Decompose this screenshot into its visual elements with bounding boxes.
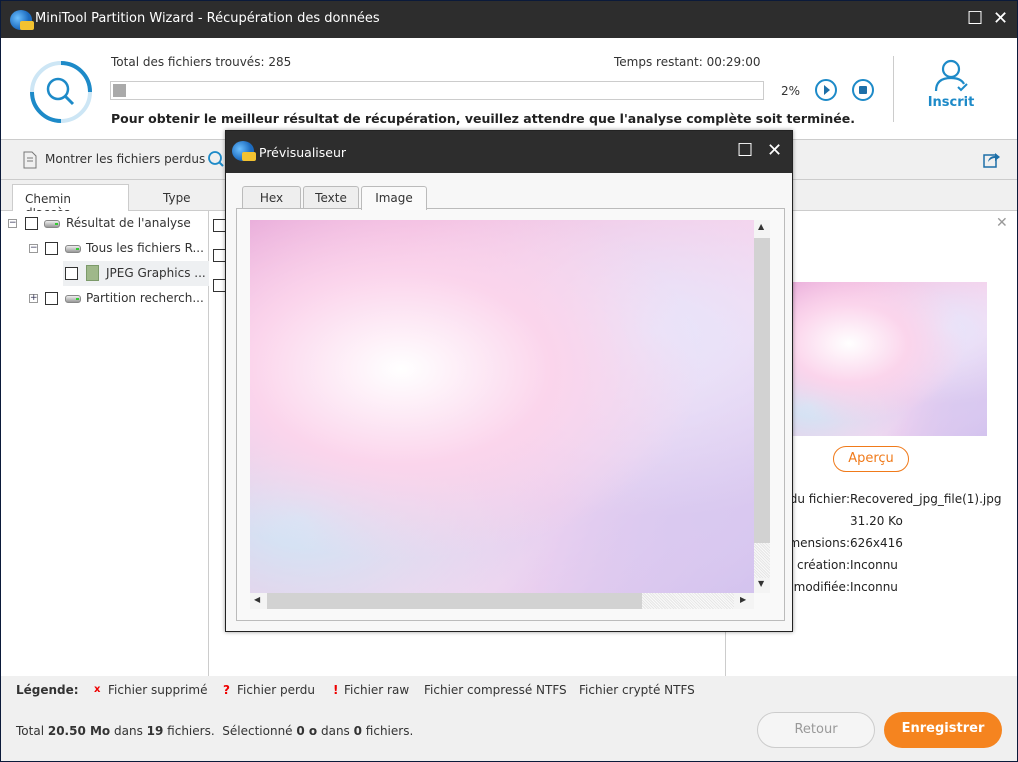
close-button[interactable]: ✕	[993, 8, 1008, 29]
thumbnail-image	[790, 282, 987, 436]
legend-lost: Fichier perdu	[237, 683, 315, 697]
detail-value: Inconnu	[850, 558, 898, 572]
lost-mark-icon: ?	[223, 683, 230, 697]
tab-text[interactable]: Texte	[303, 186, 359, 209]
legend-bar: Légende: x Fichier supprimé ? Fichier pe…	[1, 676, 1017, 704]
app-logo-icon	[10, 10, 34, 30]
detail-value: Inconnu	[850, 580, 898, 594]
scan-progress-bar	[110, 81, 764, 100]
checkbox[interactable]	[45, 292, 58, 305]
horizontal-scrollbar[interactable]: ◀ ▶	[250, 593, 754, 609]
back-button[interactable]: Retour	[757, 712, 875, 748]
scroll-up-icon[interactable]: ▲	[758, 222, 764, 231]
detail-value: 31.20 Ko	[850, 514, 903, 528]
account-button[interactable]: Inscrit	[921, 58, 981, 110]
resume-button[interactable]	[815, 79, 837, 101]
save-button[interactable]: Enregistrer	[884, 712, 1002, 748]
export-icon[interactable]	[983, 150, 1001, 168]
divider	[893, 56, 894, 122]
tab-image[interactable]: Image	[361, 186, 427, 210]
scan-message: Pour obtenir le meilleur résultat de réc…	[111, 111, 855, 126]
status-summary: Total 20.50 Mo dans 19 fichiers. Sélecti…	[16, 724, 414, 738]
previewer-dialog: Prévisualiseur ☐ ✕ Hex Texte Image ▲ ▼ ◀…	[225, 130, 793, 632]
checkbox[interactable]	[45, 242, 58, 255]
show-lost-files-label: Montrer les fichiers perdus	[45, 152, 206, 166]
scroll-thumb[interactable]	[754, 238, 770, 543]
tab-path[interactable]: Chemin d'accès	[12, 184, 129, 220]
stop-button[interactable]	[852, 79, 874, 101]
tab-hex[interactable]: Hex	[242, 186, 301, 209]
dialog-title: Prévisualiseur	[259, 145, 347, 160]
close-details-icon[interactable]: ✕	[996, 215, 1008, 231]
status-bar: Total 20.50 Mo dans 19 fichiers. Sélecti…	[1, 704, 1017, 761]
folder-tree: − Résultat de l'analyse − Tous les fichi…	[1, 211, 209, 676]
checkbox[interactable]	[25, 217, 38, 230]
scroll-track	[754, 543, 770, 578]
tree-node[interactable]: Résultat de l'analyse	[66, 216, 191, 230]
legend-raw: Fichier raw	[344, 683, 410, 697]
legend-title: Légende:	[16, 683, 79, 697]
found-value: 285	[268, 55, 292, 69]
expand-toggle[interactable]: +	[29, 294, 38, 303]
drive-raw-icon	[65, 245, 81, 253]
vertical-scrollbar[interactable]: ▲ ▼	[754, 220, 770, 593]
legend-compressed: Fichier compressé NTFS	[424, 683, 567, 697]
deleted-mark-icon: x	[94, 684, 101, 695]
remaining-label: Temps restant:	[614, 55, 703, 69]
checkbox[interactable]	[65, 267, 78, 280]
found-label: Total des fichiers trouvés:	[111, 55, 265, 69]
scroll-down-icon[interactable]: ▼	[758, 579, 764, 588]
scroll-thumb[interactable]	[267, 593, 642, 609]
window-title: MiniTool Partition Wizard - Récupération…	[35, 11, 380, 26]
drive-icon	[65, 295, 81, 303]
tab-type[interactable]: Type	[151, 184, 203, 211]
detail-value: Recovered_jpg_file(1).jpg	[850, 492, 1002, 506]
tree-node[interactable]: JPEG Graphics ...	[106, 266, 206, 280]
scroll-right-icon[interactable]: ▶	[740, 595, 746, 604]
preview-image	[250, 220, 754, 593]
legend-encrypted: Fichier crypté NTFS	[579, 683, 695, 697]
detail-value: 626x416	[850, 536, 903, 550]
scroll-left-icon[interactable]: ◀	[254, 595, 260, 604]
scan-panel: Total des fichiers trouvés: 285 Temps re…	[1, 38, 1017, 140]
account-label: Inscrit	[927, 95, 975, 110]
play-icon	[824, 85, 830, 95]
stop-icon	[859, 86, 867, 94]
app-logo-icon	[232, 141, 256, 161]
tree-node[interactable]: Tous les fichiers R...	[86, 241, 204, 255]
collapse-toggle[interactable]: −	[8, 219, 17, 228]
drive-icon	[44, 220, 60, 228]
progress-percent: 2%	[781, 84, 801, 98]
legend-deleted: Fichier supprimé	[108, 683, 208, 697]
dialog-close-button[interactable]: ✕	[767, 140, 782, 161]
image-viewer: ▲ ▼ ◀ ▶	[236, 208, 785, 621]
remaining-value: 00:29:00	[706, 55, 761, 69]
dialog-maximize-button[interactable]: ☐	[737, 140, 753, 161]
maximize-button[interactable]: ☐	[967, 8, 983, 29]
collapse-toggle[interactable]: −	[29, 244, 38, 253]
folder-raw-icon	[86, 265, 99, 281]
raw-mark-icon: !	[333, 683, 339, 697]
file-icon	[23, 151, 37, 169]
title-bar: MiniTool Partition Wizard - Récupération…	[1, 1, 1017, 38]
search-icon[interactable]	[207, 150, 225, 168]
scan-progress-icon	[30, 61, 92, 123]
preview-button[interactable]: Aperçu	[833, 446, 909, 472]
user-icon	[934, 59, 968, 92]
scroll-track	[642, 593, 734, 609]
dialog-title-bar: Prévisualiseur ☐ ✕	[226, 131, 792, 173]
tree-node[interactable]: Partition recherch...	[86, 291, 204, 305]
